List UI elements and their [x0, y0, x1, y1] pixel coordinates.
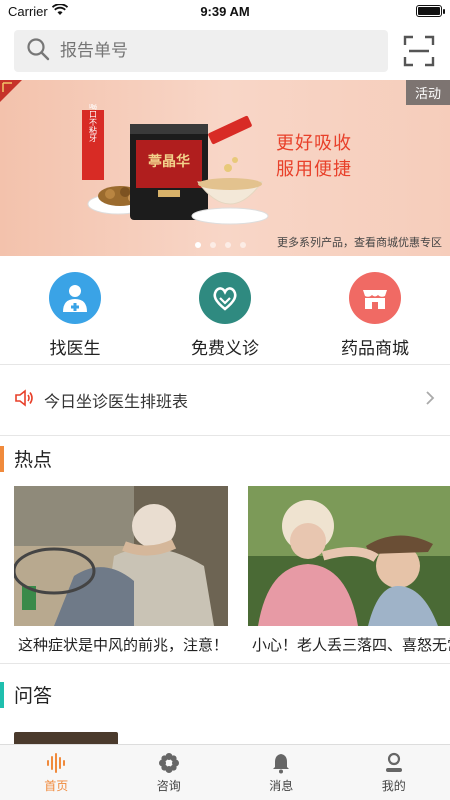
notice-text: 今日坐诊医生排班表 [44, 394, 189, 411]
tab-messages[interactable]: 消息 [225, 745, 338, 800]
section-accent-bar [0, 446, 4, 472]
section-title: 问答 [14, 685, 53, 707]
tab-home[interactable]: 首页 [0, 745, 113, 800]
banner-slogan: 更好吸收 服用便捷 [276, 130, 352, 182]
tab-bar: 首页 咨询 消息 我的 [0, 744, 450, 800]
slogan-line-1: 更好吸收 [276, 133, 352, 153]
quick-menu: 找医生 免费义诊 药品商城 [0, 256, 450, 364]
carousel-dot[interactable] [195, 242, 201, 248]
corner-ornament-icon [0, 80, 22, 102]
quick-item-free-clinic[interactable]: 免费义诊 [165, 272, 285, 364]
carousel-dot[interactable] [240, 242, 246, 248]
tab-profile[interactable]: 我的 [338, 745, 450, 800]
activity-badge: 活动 [405, 80, 450, 105]
heart-hands-icon [199, 272, 251, 324]
scan-button[interactable] [402, 34, 436, 68]
promo-banner[interactable]: 活动 好喝口不粘牙 葶晶华 更好吸收 服用便捷 更多系列产品，查看商城优惠专区 [0, 80, 450, 256]
quick-item-label: 免费义诊 [191, 339, 259, 358]
divider [0, 663, 450, 664]
tab-label: 首页 [44, 778, 69, 793]
flower-icon [158, 752, 179, 773]
product-illustration: 好喝口不粘牙 葶晶华 [82, 104, 269, 225]
qa-section-header: 问答 [0, 672, 450, 716]
profile-icon [385, 752, 402, 772]
banner-side-text: 好喝口不粘牙 [89, 104, 98, 143]
article-card[interactable]: 这种症状是中风的前兆，注意！ [14, 486, 228, 661]
tab-consult[interactable]: 咨询 [113, 745, 226, 800]
banner-product-brand: 葶晶华 [148, 153, 190, 169]
doctor-icon [49, 272, 101, 324]
section-accent-bar [0, 682, 4, 708]
bell-icon [273, 753, 290, 773]
quick-item-find-doctor[interactable]: 找医生 [15, 272, 135, 364]
app-screen: Carrier 9:39 AM 活动 好喝口不粘牙 [0, 0, 450, 800]
tab-label: 我的 [381, 778, 406, 793]
chevron-right-icon [424, 390, 436, 411]
article-card[interactable]: 小心！老人丢三落四、喜怒无常 [248, 486, 450, 661]
article-image [248, 486, 450, 626]
battery-icon [416, 5, 445, 17]
search-row [0, 22, 450, 80]
carousel-dots [195, 242, 246, 248]
shop-icon [349, 272, 401, 324]
search-icon [26, 37, 50, 66]
quick-item-label: 药品商城 [341, 339, 409, 358]
article-title: 小心！老人丢三落四、喜怒无常 [252, 637, 450, 654]
banner-caption: 更多系列产品，查看商城优惠专区 [277, 237, 442, 249]
tab-label: 消息 [269, 778, 294, 793]
quick-item-pharmacy[interactable]: 药品商城 [315, 272, 435, 364]
article-image [14, 486, 228, 626]
speaker-icon [14, 388, 34, 413]
status-time: 9:39 AM [200, 4, 250, 19]
carousel-dot[interactable] [225, 242, 231, 248]
search-input[interactable] [60, 41, 376, 61]
tab-label: 咨询 [156, 778, 181, 793]
schedule-notice-row[interactable]: 今日坐诊医生排班表 [0, 365, 450, 435]
search-box[interactable] [14, 30, 388, 72]
section-title: 热点 [14, 449, 53, 471]
quick-item-label: 找医生 [49, 339, 101, 358]
home-wave-icon [47, 752, 66, 773]
scan-icon [403, 35, 435, 67]
hot-articles: 这种症状是中风的前兆，注意！ 小心！老人丢三落四、喜怒无常 [0, 480, 450, 661]
carousel-dot[interactable] [210, 242, 216, 248]
status-bar: Carrier 9:39 AM [0, 0, 450, 22]
slogan-line-2: 服用便捷 [276, 159, 352, 179]
hot-section-header: 热点 [0, 436, 450, 480]
article-title: 这种症状是中风的前兆，注意！ [18, 637, 228, 654]
